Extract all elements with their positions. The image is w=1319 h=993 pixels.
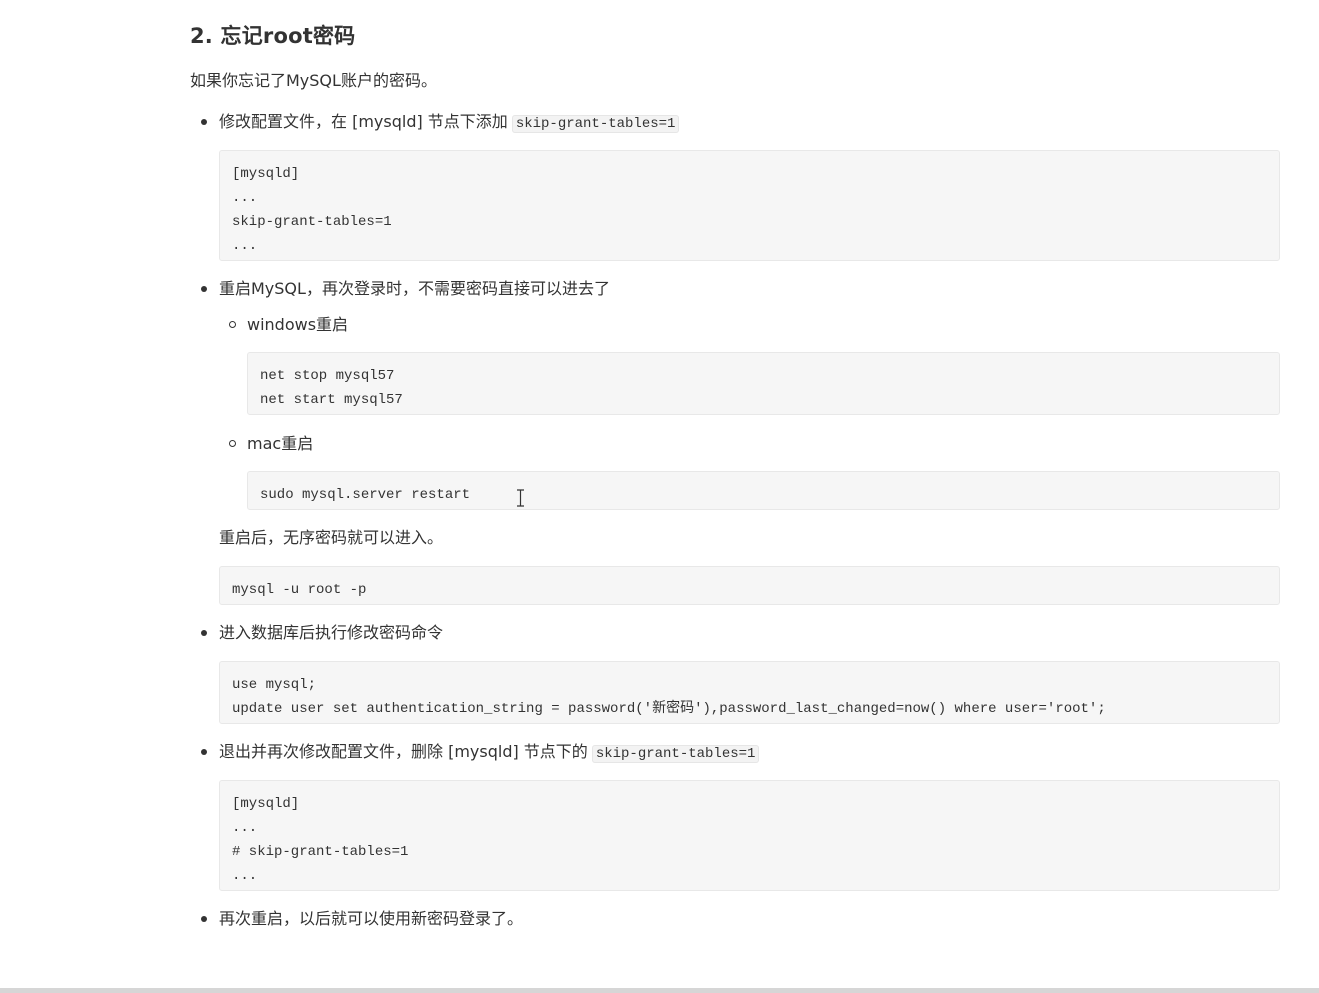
bullet-dot: [201, 630, 207, 636]
bullet-dot: [201, 916, 207, 922]
login-code-block[interactable]: mysql -u root -p: [219, 566, 1280, 605]
bottom-divider: [0, 988, 1319, 993]
step3-code-block[interactable]: use mysql; update user set authenticatio…: [219, 661, 1280, 724]
step1-inline-code: skip-grant-tables=1: [511, 115, 680, 133]
windows-restart-label: windows重启: [247, 315, 349, 334]
code-line: update user set authentication_string = …: [232, 701, 1106, 717]
code-line: sudo mysql.server restart: [260, 487, 471, 503]
after-restart-text: 重启后，无序密码就可以进入。: [219, 528, 444, 547]
step3-text: 进入数据库后执行修改密码命令: [219, 623, 444, 642]
code-line: ...: [232, 868, 258, 884]
windows-code-block[interactable]: net stop mysql57 net start mysql57: [247, 352, 1280, 415]
sub-bullet-circle: [229, 440, 236, 447]
code-line: # skip-grant-tables=1: [232, 844, 409, 860]
step1-text-line: 修改配置文件，在 [mysqld] 节点下添加 skip-grant-tables…: [219, 111, 680, 135]
bullet-dot: [201, 749, 207, 755]
code-line: [mysqld]: [232, 796, 300, 812]
code-line: ...: [232, 190, 258, 206]
step4-text: 退出并再次修改配置文件，删除 [mysqld] 节点下的: [219, 742, 588, 761]
bullet-dot: [201, 119, 207, 125]
code-line: skip-grant-tables=1: [232, 214, 392, 230]
text-cursor-icon: [517, 489, 524, 507]
code-line: ...: [232, 238, 258, 254]
bullet-dot: [201, 286, 207, 292]
code-line: mysql -u root -p: [232, 582, 367, 598]
code-line: [mysqld]: [232, 166, 300, 182]
mac-restart-label: mac重启: [247, 434, 314, 453]
code-line: ...: [232, 820, 258, 836]
step2-text: 重启MySQL，再次登录时，不需要密码直接可以进去了: [219, 279, 610, 298]
code-line: net stop mysql57: [260, 368, 395, 384]
step1-text: 修改配置文件，在 [mysqld] 节点下添加: [219, 112, 508, 131]
step4-inline-code: skip-grant-tables=1: [591, 745, 760, 763]
step5-text: 再次重启，以后就可以使用新密码登录了。: [219, 909, 524, 928]
step4-text-line: 退出并再次修改配置文件，删除 [mysqld] 节点下的 skip-grant-t…: [219, 741, 760, 765]
mac-code-block[interactable]: sudo mysql.server restart: [247, 471, 1280, 510]
step4-code-block[interactable]: [mysqld] ... # skip-grant-tables=1 ...: [219, 780, 1280, 891]
intro-paragraph: 如果你忘记了MySQL账户的密码。: [190, 71, 437, 90]
section-heading: 2. 忘记root密码: [190, 24, 356, 48]
code-line: net start mysql57: [260, 392, 403, 408]
sub-bullet-circle: [229, 321, 236, 328]
code-line: use mysql;: [232, 677, 317, 693]
step1-code-block[interactable]: [mysqld] ... skip-grant-tables=1 ...: [219, 150, 1280, 261]
